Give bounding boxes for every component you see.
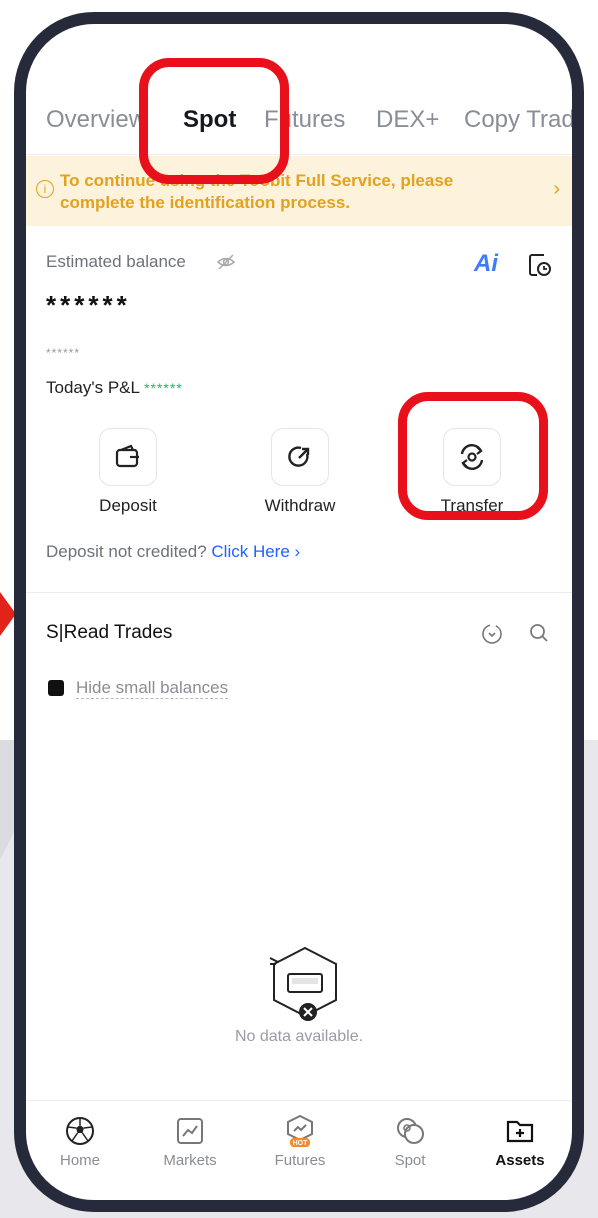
wallet-icon [99,428,157,486]
nav-home[interactable]: Home [30,1114,130,1169]
coins-icon [393,1114,427,1148]
hide-small-balances-checkbox[interactable] [48,680,64,696]
section-title: S|Read Trades [46,622,173,643]
section-divider [26,592,572,593]
transfer-icon [443,428,501,486]
nav-divider [26,1100,572,1101]
tab-copy-trading[interactable]: Copy Trad [464,106,572,134]
transfer-button[interactable]: Transfer [407,428,537,516]
ai-label: Ai [474,250,498,277]
kyc-banner[interactable]: i To continue using the Toobit Full Serv… [26,156,572,226]
deposit-button[interactable]: Deposit [63,428,193,516]
balance-value: ****** [46,290,131,320]
convert-small-balance-icon[interactable] [480,622,504,646]
withdraw-button[interactable]: Withdraw [235,428,365,516]
chart-icon [173,1114,207,1148]
tab-futures[interactable]: Futures [264,106,345,134]
deposit-label: Deposit [99,496,157,515]
withdraw-label: Withdraw [264,496,336,515]
nav-futures-label: Futures [274,1152,326,1169]
nav-assets[interactable]: Assets [470,1114,570,1169]
nav-spot[interactable]: Spot [360,1114,460,1169]
info-icon: i [36,180,54,198]
tab-spot[interactable]: Spot [183,106,236,134]
click-here-label: Click Here [211,542,290,561]
pnl-value: ****** [144,380,183,396]
arrow-out-icon [271,428,329,486]
home-indicator[interactable] [211,1206,407,1212]
nav-home-label: Home [59,1152,100,1169]
search-icon[interactable] [528,622,550,644]
nav-assets-label: Assets [495,1152,545,1169]
empty-state-text: No data available. [234,1028,364,1045]
home-ball-icon [63,1114,97,1148]
tabs-divider [26,154,572,155]
nav-markets-label: Markets [163,1152,217,1169]
hot-badge-label: HOT [293,1140,309,1147]
deposit-not-credited: Deposit not credited? Click Here › [46,542,300,562]
empty-box-icon [269,946,337,1021]
transfer-label: Transfer [440,496,504,515]
phone-frame: Overview Spot Futures DEX+ Copy Trad i T… [14,12,584,1212]
hide-small-balances-label: Hide small balances [76,678,229,699]
pnl-label: Today's P&L [46,378,140,397]
chevron-right-icon: › [553,178,560,200]
nav-spot-label: Spot [394,1152,426,1169]
banner-text: To continue using the Toobit Full Servic… [60,171,454,212]
balance-sub-value: ****** [46,346,81,360]
ai-assistant-icon[interactable]: Ai [474,250,498,278]
eye-hidden-icon[interactable] [216,252,236,272]
history-record-icon[interactable] [527,252,553,278]
deposit-note-text: Deposit not credited? [46,542,207,561]
folder-icon [503,1114,537,1148]
nav-markets[interactable]: Markets [140,1114,240,1169]
estimated-balance-label: Estimated balance [46,252,186,271]
futures-icon: HOT [283,1114,317,1148]
chevron-right-icon: › [294,542,301,561]
todays-pnl: Today's P&L ****** [46,378,183,398]
click-here-link[interactable]: Click Here › [211,542,300,561]
nav-futures[interactable]: HOT Futures [250,1114,350,1169]
app-screen: Overview Spot Futures DEX+ Copy Trad i T… [26,24,572,1200]
tab-dex-plus[interactable]: DEX+ [376,106,439,134]
tab-overview[interactable]: Overview [46,106,146,134]
